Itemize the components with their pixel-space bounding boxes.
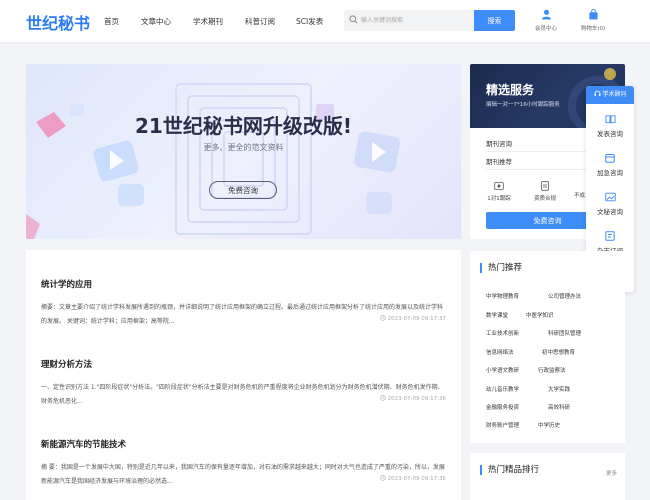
hot-tag[interactable]: 行政监察法 <box>538 366 566 374</box>
search-box <box>344 10 474 31</box>
service-row-journal-recommend[interactable]: 期刊推荐 <box>486 156 512 166</box>
float-item-label: 文秘咨询 <box>597 208 623 216</box>
hot-tag[interactable]: 工业技术创新 <box>486 329 519 337</box>
float-item-label: 发表咨询 <box>597 130 623 138</box>
float-item-label: 加急咨询 <box>597 169 623 177</box>
hot-rank-panel: 热门精品排行 更多 <box>470 453 625 500</box>
service-title: 精选服务 <box>486 83 535 97</box>
article-time: 2023-07-09 09:17:35 <box>380 475 446 482</box>
book-icon <box>604 115 616 126</box>
hot-tag[interactable]: 中学物理教育 <box>486 292 519 300</box>
bag-icon <box>588 9 599 22</box>
hot-tag[interactable]: 数学课堂 <box>486 311 508 319</box>
search-bar: 搜索 <box>344 10 515 31</box>
search-input[interactable] <box>361 12 471 29</box>
hot-tag[interactable]: 高效科研 <box>548 403 570 411</box>
site-header: 世纪秘书 首页 文章中心 学术期刊 科普订阅 SCI发表 搜索 会员中心 购物车… <box>0 0 650 42</box>
float-secretary-consult[interactable]: 文秘咨询 <box>586 192 634 216</box>
banner-title: 21世纪秘书网升级改版! <box>135 114 352 138</box>
user-icon <box>541 9 552 22</box>
hot-tag[interactable]: 信息网络法 <box>486 348 514 356</box>
hot-tag[interactable]: 初中思想教育 <box>542 348 575 356</box>
hot-tag[interactable]: 大学实践 <box>548 385 570 393</box>
feature-label: 资质合规 <box>533 196 556 202</box>
hero-banner[interactable]: 21世纪秘书网升级改版! 更多、更全的范文资料 免费咨询 <box>26 64 461 239</box>
article-list: 统计学的应用 摘要：文章主要介绍了统计学科发展所遇到的瓶颈，并详细说明了统计应用… <box>26 250 461 500</box>
service-row-journal-consult[interactable]: 期刊咨询 <box>486 138 512 148</box>
edit-icon <box>605 231 615 243</box>
nav-sci[interactable]: SCI发表 <box>296 16 323 27</box>
nav-subscription[interactable]: 科普订阅 <box>245 16 275 27</box>
clock-icon <box>380 315 386 322</box>
image-icon <box>604 192 616 204</box>
site-logo[interactable]: 世纪秘书 <box>26 10 90 34</box>
hot-tag[interactable]: 科研团队管理 <box>548 329 581 337</box>
article-time: 2023-07-09 09:17:36 <box>380 395 446 402</box>
hot-tag[interactable]: 中学历史 <box>538 421 560 429</box>
hot-recommend-title: 热门推荐 <box>480 263 522 273</box>
hot-tag[interactable]: 公司管理办法 <box>548 292 581 300</box>
search-button[interactable]: 搜索 <box>474 10 515 31</box>
list-item[interactable]: 统计学的应用 摘要：文章主要介绍了统计学科发展所遇到的瓶颈，并详细说明了统计应用… <box>41 278 446 325</box>
article-title[interactable]: 统计学的应用 <box>41 278 446 290</box>
article-time: 2023-07-09 09:17:37 <box>380 315 446 322</box>
article-title[interactable]: 理财分析方法 <box>41 358 446 370</box>
advisor-header[interactable]: 学术顾问 <box>586 86 634 104</box>
clock-icon <box>380 395 386 402</box>
cart-label: 购物车(0) <box>580 26 606 32</box>
hot-tag[interactable]: 幼儿音乐教学 <box>486 385 519 393</box>
advisor-header-label: 学术顾问 <box>602 91 627 98</box>
calendar-icon <box>605 154 615 165</box>
hot-recommend-panel: 热门推荐 中学物理教育 公司管理办法 数学课堂 中医学知识 工业技术创新 科研团… <box>470 251 625 443</box>
service-subtitle: 编辑一对一7*16小时跟踪服务 <box>486 102 560 108</box>
hot-rank-title: 热门精品排行 <box>480 465 539 475</box>
hot-tag[interactable]: 财务账户管理 <box>486 421 519 429</box>
hot-tag[interactable]: 金融服务投资 <box>486 403 519 411</box>
nav-journals[interactable]: 学术期刊 <box>193 16 223 27</box>
feature-label: 不成 <box>574 193 586 199</box>
cart-button[interactable]: 购物车(0) <box>573 9 613 32</box>
member-center-label: 会员中心 <box>534 26 557 32</box>
document-icon <box>540 181 550 193</box>
article-title[interactable]: 新能源汽车的节能技术 <box>41 438 446 450</box>
nav-home[interactable]: 首页 <box>104 16 119 27</box>
member-center-button[interactable]: 会员中心 <box>526 9 566 32</box>
nav-articles[interactable]: 文章中心 <box>141 16 171 27</box>
service-feature-tracking: 1对1跟踪 <box>484 181 514 202</box>
banner-subtitle: 更多、更全的范文资料 <box>203 143 284 152</box>
float-publish-consult[interactable]: 发表咨询 <box>586 114 634 138</box>
float-urgent-consult[interactable]: 加急咨询 <box>586 153 634 177</box>
feature-label: 1对1跟踪 <box>487 196 511 202</box>
search-icon <box>349 15 358 26</box>
service-feature-compliance: 资质合规 <box>530 181 560 202</box>
clock-icon <box>380 475 386 482</box>
hot-tag[interactable]: 中医学知识 <box>526 311 554 319</box>
hot-tag[interactable]: 小学语文教研 <box>486 366 519 374</box>
list-item[interactable]: 理财分析方法 一、定性识别方法 1."四阶段症状"分析法。"四阶段症状"分析法主… <box>41 358 446 405</box>
list-item[interactable]: 新能源汽车的节能技术 摘 要：我国是一个发展中大国，特别是近几年以来，我国汽车的… <box>41 438 446 485</box>
rank-more-link[interactable]: 更多 <box>606 469 617 477</box>
banner-consult-button[interactable]: 免费咨询 <box>209 181 277 199</box>
tracking-icon <box>494 182 504 193</box>
